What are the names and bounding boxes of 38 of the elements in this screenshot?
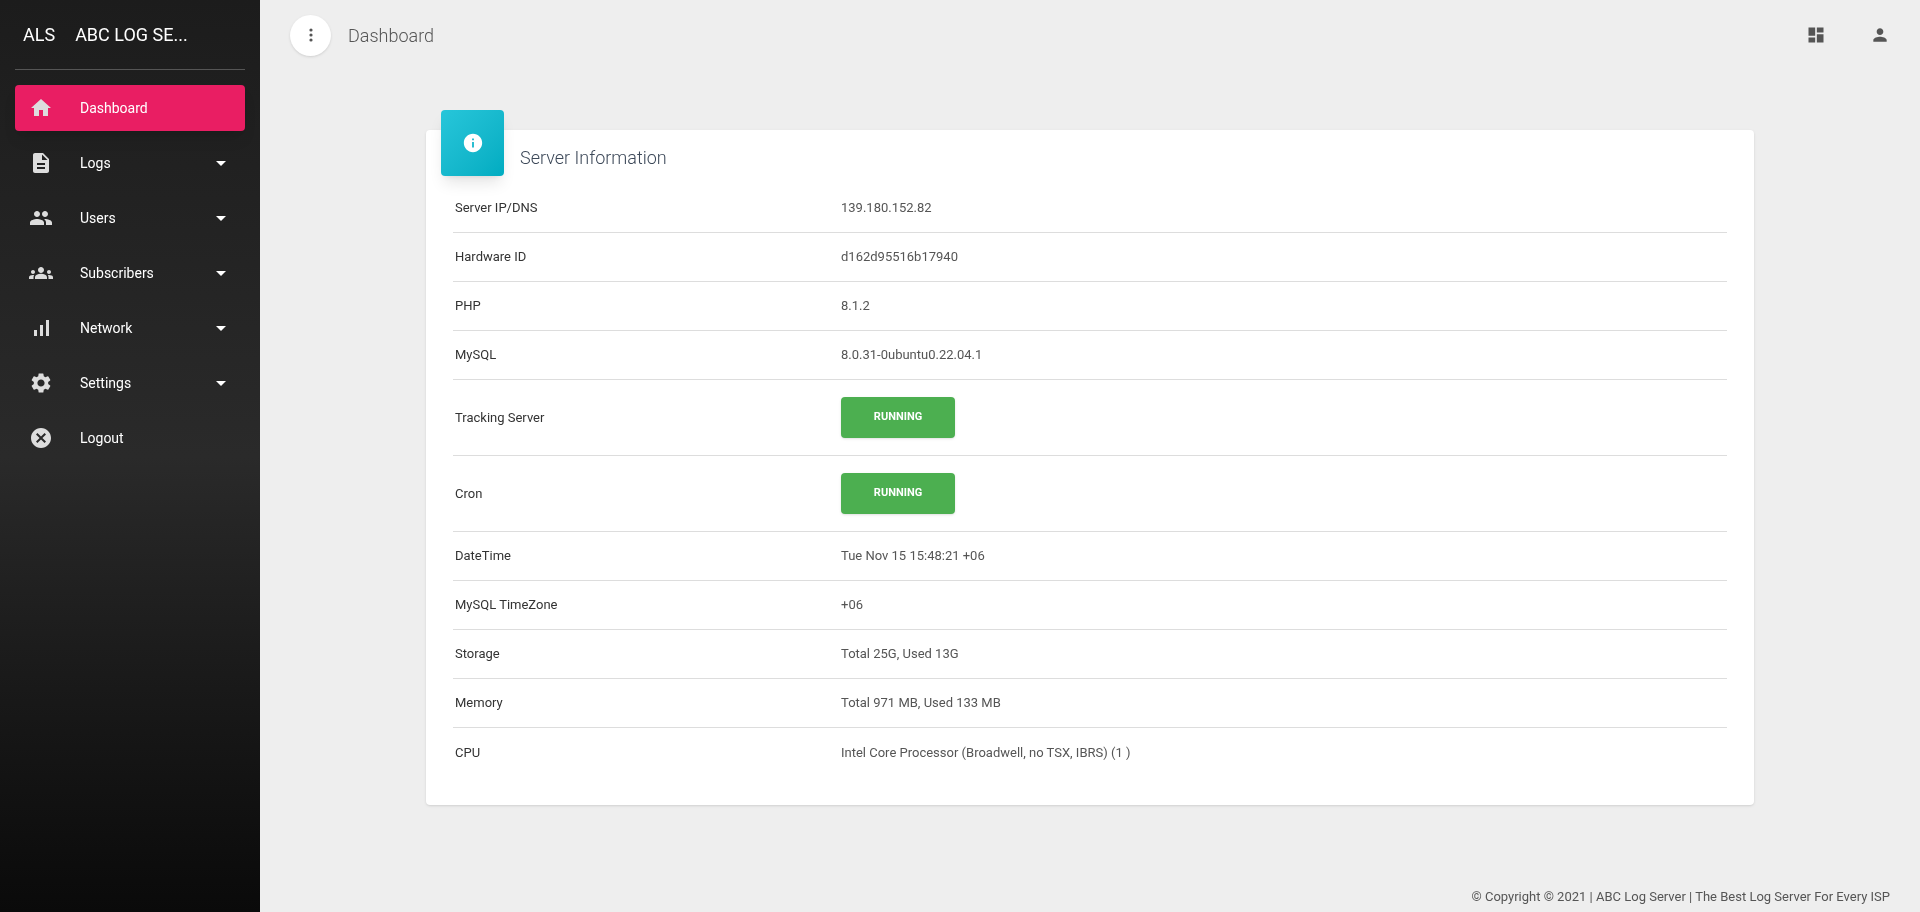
status-badge: RUNNING <box>841 397 955 438</box>
sidebar-item[interactable]: Logout <box>15 415 245 461</box>
sidebar-item[interactable]: Network <box>15 305 245 351</box>
row-value: Tue Nov 15 15:48:21 +06 <box>841 547 986 566</box>
info-icon <box>461 132 484 154</box>
sidebar-item[interactable]: Subscribers <box>15 250 245 296</box>
row-value: 8.1.2 <box>841 297 871 316</box>
logo-short: ALS <box>23 23 56 47</box>
status-badge: RUNNING <box>841 473 955 514</box>
row-value: Total 971 MB, Used 133 MB <box>841 694 1002 713</box>
sidebar-item[interactable]: Settings <box>15 360 245 406</box>
sidebar-item[interactable]: Logs <box>15 140 245 186</box>
more-icon <box>308 28 313 42</box>
row-label: Memory <box>454 694 504 713</box>
row-label: Cron <box>454 484 484 503</box>
page-title: Dashboard <box>348 23 435 48</box>
row-value: d162d95516b17940 <box>841 248 959 267</box>
row-value: 139.180.152.82 <box>841 199 933 218</box>
copyright-text: © Copyright © 2021 | ABC Log Server | The Best Log Server For Every ISP <box>1471 887 1890 906</box>
row-value: Total 25G, Used 13G <box>841 645 960 664</box>
row-label: Hardware ID <box>454 248 528 267</box>
row-value: +06 <box>841 596 864 615</box>
logo-text: ABC LOG SE... <box>75 23 188 47</box>
grid-icon <box>1806 25 1826 45</box>
card-title: Server Information <box>520 145 667 170</box>
row-label: PHP <box>454 297 482 316</box>
row-label: Tracking Server <box>454 408 546 427</box>
row-label: MySQL TimeZone <box>454 596 559 615</box>
row-label: Storage <box>454 645 501 664</box>
sidebar-item[interactable]: Users <box>15 195 245 241</box>
row-label: Server IP/DNS <box>454 199 539 218</box>
row-label: DateTime <box>454 547 512 566</box>
row-value: 8.0.31-0ubuntu0.22.04.1 <box>841 346 984 365</box>
gear-icon <box>29 371 53 395</box>
row-value: Intel Core Processor (Broadwell, no TSX, IBRS) (1 ) <box>841 743 1132 762</box>
sidebar-item[interactable]: Dashboard <box>15 85 245 131</box>
row-label: MySQL <box>454 346 498 365</box>
row-label: CPU <box>454 743 482 762</box>
